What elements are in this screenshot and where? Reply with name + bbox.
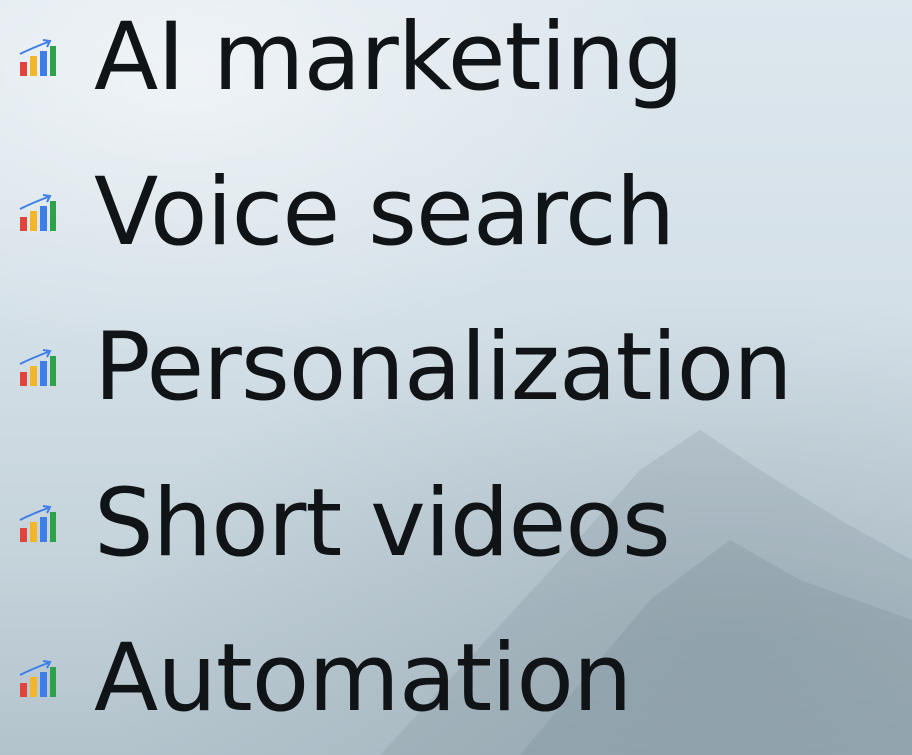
chart-increasing-icon [19,660,56,697]
list-item: Short videos [18,459,671,589]
item-label-automation: Automation [94,624,632,733]
trend-list: AI marketing Voice search Personalizatio… [0,0,912,755]
chart-increasing-icon [19,349,56,386]
chart-increasing-icon [19,505,56,542]
item-label-voice-search: Voice search [94,158,675,267]
item-label-personalization: Personalization [94,313,793,422]
item-label-ai-marketing: AI marketing [94,3,684,112]
list-item: Automation [18,614,632,744]
item-label-short-videos: Short videos [94,469,671,578]
chart-increasing-icon [19,39,56,76]
list-item: AI marketing [18,0,684,123]
list-item: Personalization [18,303,793,433]
list-item: Voice search [18,148,675,278]
chart-increasing-icon [19,194,56,231]
